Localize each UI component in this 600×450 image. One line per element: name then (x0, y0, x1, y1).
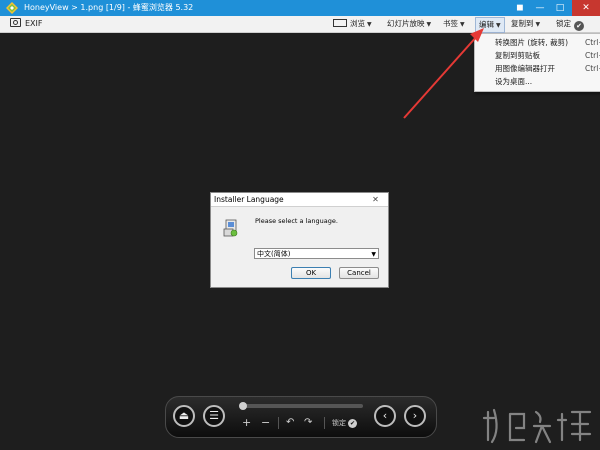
chevron-down-icon: ▼ (496, 22, 501, 29)
browse-label: 浏览 (350, 19, 365, 28)
dialog-prompt: Please select a language. (255, 217, 338, 225)
menu-item-set-wallpaper[interactable]: 设为桌面... (495, 76, 532, 88)
language-select-value: 中文(简体) (257, 250, 291, 258)
position-slider[interactable] (239, 402, 363, 410)
watermark-logo (482, 408, 592, 444)
zoom-out-button[interactable]: − (261, 416, 270, 430)
zoom-in-button[interactable]: + (242, 416, 251, 430)
dialog-close-button[interactable]: ✕ (366, 194, 385, 205)
rotate-left-button[interactable]: ↶ (286, 416, 294, 430)
minimize-button[interactable]: — (530, 0, 550, 16)
installer-language-dialog: Installer Language ✕ Please select a lan… (210, 192, 389, 288)
pin-button[interactable]: ◼ (510, 0, 530, 16)
toolbar: EXIF 浏览 ▼ 幻灯片放映 ▼ 书签 ▼ 编辑 ▼ 复制到 ▼ 锁定 ✔ (0, 16, 600, 33)
edit-label: 编辑 (479, 20, 494, 29)
menu-shortcut: Ctrl+ (585, 64, 600, 73)
chevron-down-icon: ▼ (367, 21, 372, 28)
browse-icon (333, 19, 347, 27)
exif-label: EXIF (25, 19, 43, 28)
menu-button[interactable]: ☰ (203, 405, 225, 427)
ok-button[interactable]: OK (291, 267, 331, 279)
previous-button[interactable]: ‹ (374, 405, 396, 427)
menu-shortcut: Ctrl+ (585, 51, 600, 60)
lock-label: 锁定 (332, 419, 346, 427)
bookmark-label: 书签 (443, 19, 458, 28)
menu-item-open-editor[interactable]: 用图像编辑器打开 (495, 63, 555, 75)
chevron-down-icon: ▼ (426, 21, 432, 28)
title-bar: HoneyView > 1.png [1/9] - 蜂蜜浏览器 5.32 ◼ —… (0, 0, 600, 16)
playback-control-bar: ⏏ ☰ + − ↶ ↷ 锁定 ✔ ‹ › (165, 396, 437, 438)
chevron-down-icon: ▼ (535, 21, 541, 28)
rotate-right-button[interactable]: ↷ (304, 416, 312, 430)
exif-button[interactable]: EXIF (10, 18, 43, 30)
dialog-title: Installer Language (214, 195, 284, 204)
eject-button[interactable]: ⏏ (173, 405, 195, 427)
chevron-down-icon: ▼ (460, 21, 465, 28)
language-select[interactable]: 中文(简体) ▼ (254, 248, 379, 259)
slideshow-label: 幻灯片放映 (387, 19, 425, 28)
browse-menu[interactable]: 浏览 ▼ (333, 18, 372, 30)
slider-handle[interactable] (239, 402, 247, 410)
separator (324, 417, 325, 429)
check-icon: ✔ (348, 419, 357, 428)
close-button[interactable]: ✕ (572, 0, 600, 16)
honeyview-logo-icon (6, 2, 18, 14)
menu-item-copy-clipboard[interactable]: 复制到剪贴板 (495, 50, 540, 62)
cancel-button[interactable]: Cancel (339, 267, 379, 279)
next-button[interactable]: › (404, 405, 426, 427)
lock-toggle-bottom[interactable]: 锁定 ✔ (332, 418, 357, 428)
lock-toggle[interactable]: 锁定 ✔ (556, 18, 584, 31)
dialog-title-bar: Installer Language ✕ (211, 193, 388, 207)
installer-icon (223, 219, 238, 237)
check-icon: ✔ (574, 21, 584, 31)
window-title: HoneyView > 1.png [1/9] - 蜂蜜浏览器 5.32 (24, 3, 194, 12)
copy-to-label: 复制到 (511, 19, 534, 28)
edit-menu[interactable]: 编辑 ▼ (475, 17, 505, 33)
chevron-down-icon: ▼ (371, 251, 376, 258)
lock-label: 锁定 (556, 19, 571, 28)
slideshow-menu[interactable]: 幻灯片放映 ▼ (387, 18, 431, 30)
maximize-button[interactable]: □ (550, 0, 570, 16)
edit-dropdown: 转换图片 (旋转, 裁剪) Ctrl+ 复制到剪贴板 Ctrl+ 用图像编辑器打… (474, 33, 600, 92)
menu-shortcut: Ctrl+ (585, 38, 600, 47)
copy-to-menu[interactable]: 复制到 ▼ (511, 18, 540, 30)
menu-item-transform[interactable]: 转换图片 (旋转, 裁剪) (495, 37, 568, 49)
camera-icon (10, 18, 21, 27)
bookmark-menu[interactable]: 书签 ▼ (443, 18, 465, 30)
separator (278, 417, 279, 429)
